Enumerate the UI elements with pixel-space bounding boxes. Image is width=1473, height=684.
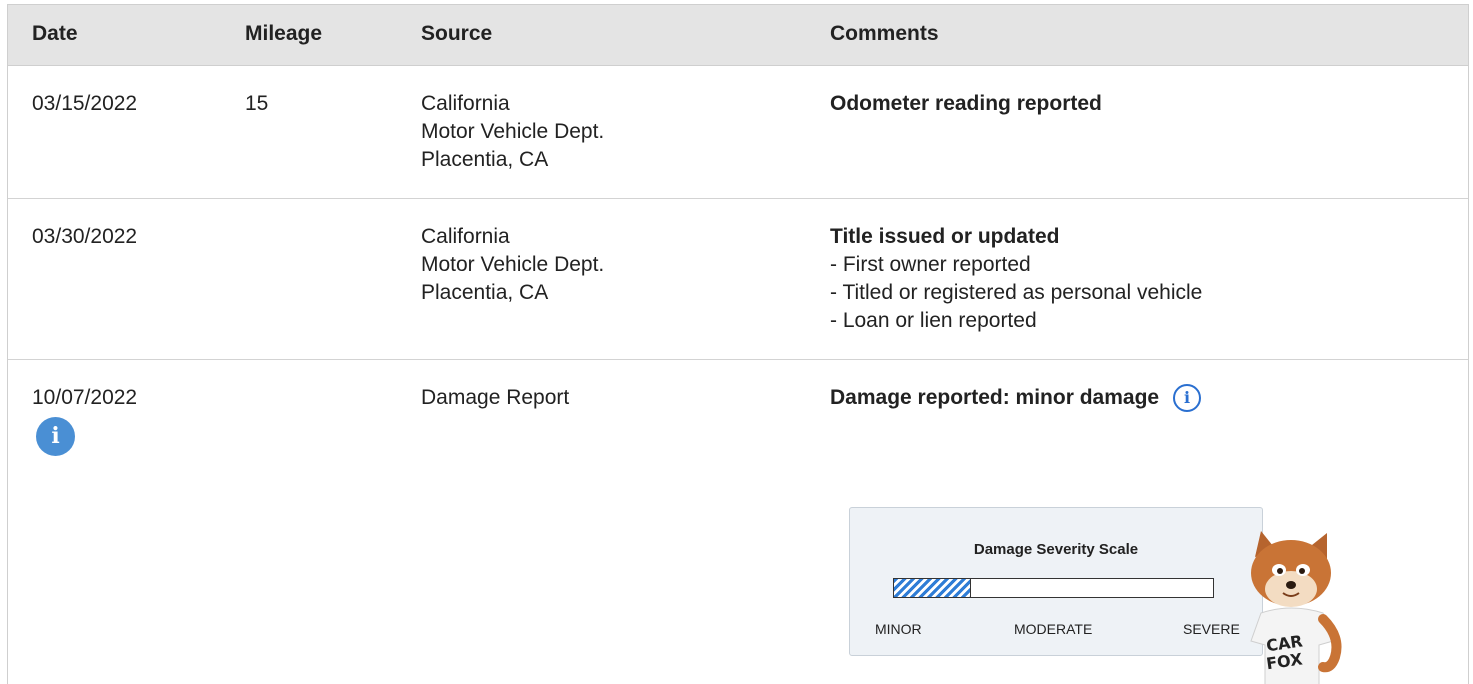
source-line: Placentia, CA — [421, 281, 549, 304]
table-header: Date Mileage Source Comments — [8, 5, 1468, 66]
source-line: California — [421, 225, 510, 248]
scale-label-minor: MINOR — [875, 621, 922, 637]
severity-bar — [893, 578, 1214, 598]
row-comments: Title issued or updated - First owner re… — [830, 223, 1202, 335]
header-date: Date — [32, 22, 78, 45]
row-source: Damage Report — [421, 384, 569, 412]
damage-severity-scale: Damage Severity Scale MINOR MODERATE SEV… — [849, 507, 1263, 656]
header-mileage: Mileage — [245, 22, 323, 45]
source-line: Damage Report — [421, 386, 570, 409]
comment-line: - Loan or lien reported — [830, 309, 1037, 332]
header-source: Source — [421, 22, 493, 45]
row-date: 03/30/2022 — [32, 225, 138, 248]
source-line: California — [421, 92, 510, 115]
source-line: Placentia, CA — [421, 148, 549, 171]
source-line: Motor Vehicle Dept. — [421, 120, 605, 143]
comment-line: - First owner reported — [830, 253, 1031, 276]
row-comments: Odometer reading reported — [830, 90, 1102, 118]
row-source: California Motor Vehicle Dept. Placentia… — [421, 223, 604, 307]
comment-line: - Titled or registered as personal vehic… — [830, 281, 1203, 304]
row-mileage: 15 — [245, 92, 269, 115]
table-row: 10/07/2022 i Damage Report Damage report… — [8, 360, 1468, 684]
table-row: 03/15/2022 15 California Motor Vehicle D… — [8, 66, 1468, 199]
row-source: California Motor Vehicle Dept. Placentia… — [421, 90, 604, 174]
table-row: 03/30/2022 California Motor Vehicle Dept… — [8, 199, 1468, 360]
comment-title: Title issued or updated — [830, 225, 1060, 248]
comment-title: Damage reported: minor damage — [830, 386, 1160, 409]
vehicle-history-table: Date Mileage Source Comments 03/15/2022 … — [7, 4, 1469, 684]
row-date: 03/15/2022 — [32, 92, 138, 115]
scale-label-moderate: MODERATE — [1014, 621, 1093, 637]
carfox-mascot-icon: CAR FOX — [1250, 531, 1342, 684]
header-comments: Comments — [830, 22, 939, 45]
info-icon[interactable]: i — [36, 417, 75, 456]
severity-fill — [894, 579, 971, 597]
scale-label-severe: SEVERE — [1183, 621, 1240, 637]
info-icon[interactable]: i — [1173, 384, 1202, 413]
scale-title: Damage Severity Scale — [973, 541, 1139, 558]
source-line: Motor Vehicle Dept. — [421, 253, 605, 276]
row-comments: Damage reported: minor damage i — [830, 384, 1202, 413]
comment-title: Odometer reading reported — [830, 92, 1102, 115]
row-date: 10/07/2022 — [32, 386, 138, 409]
